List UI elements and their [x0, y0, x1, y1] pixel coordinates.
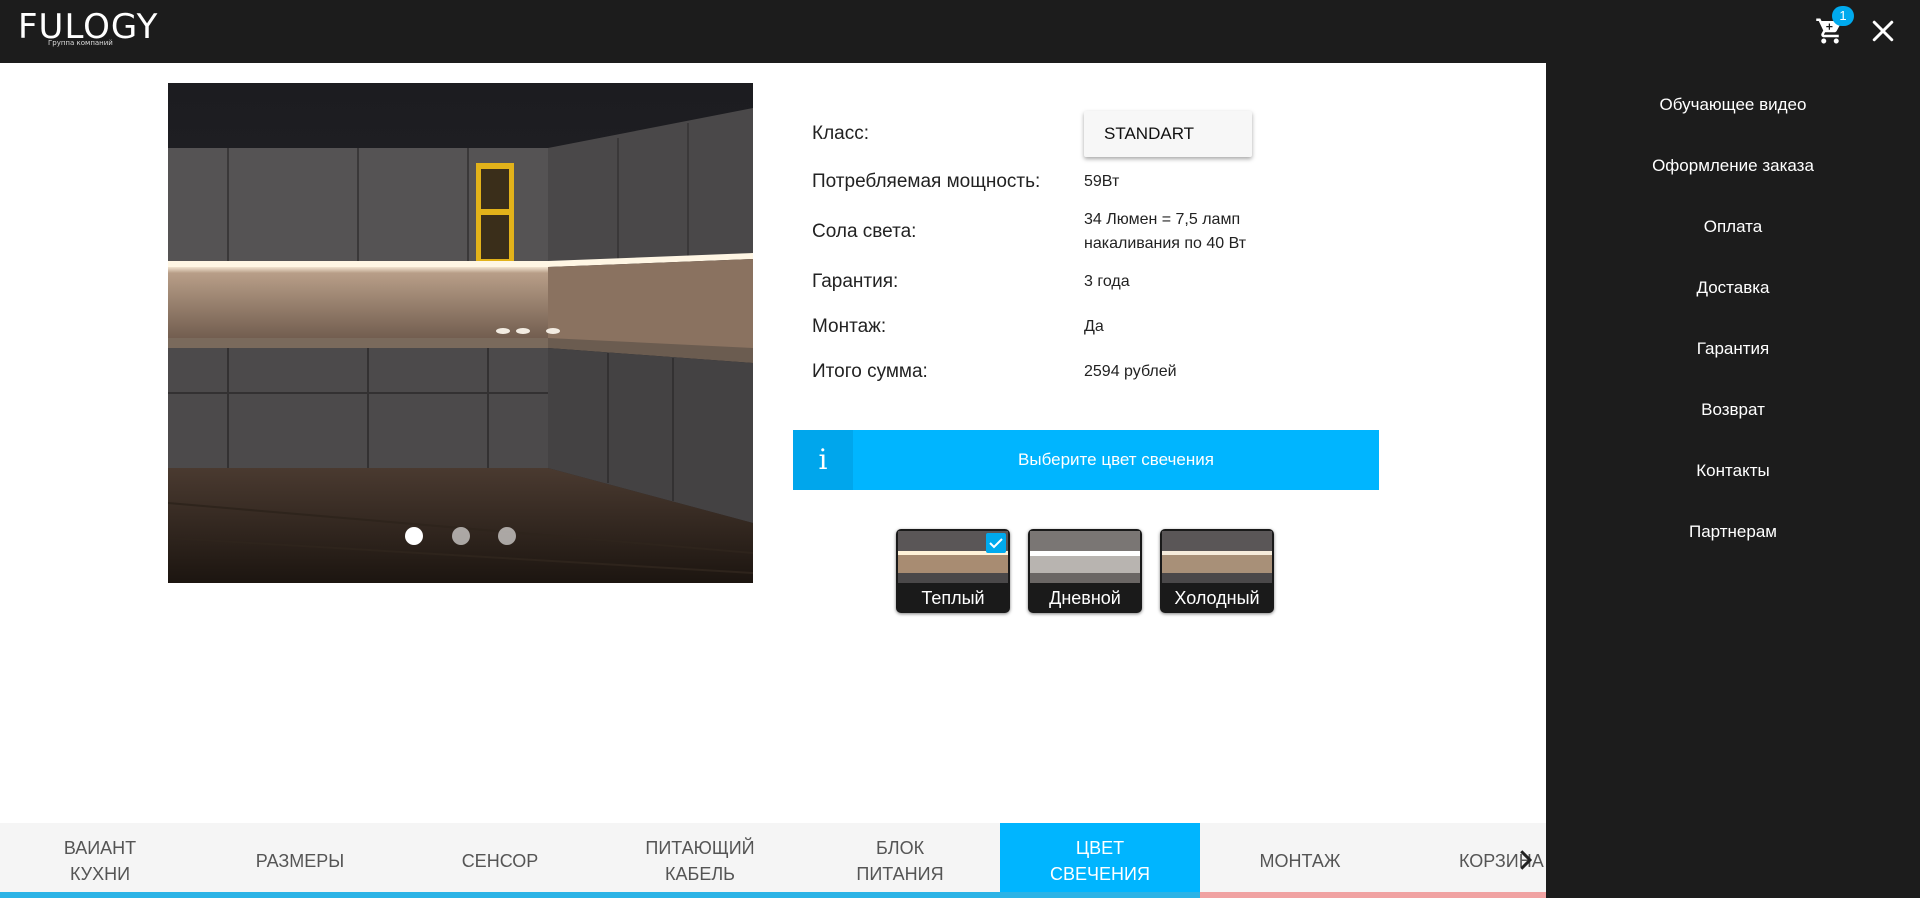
- menu-item-order[interactable]: Оформление заказа: [1546, 135, 1920, 196]
- tab-glow-color[interactable]: ЦВЕТ СВЕЧЕНИЯ: [1000, 823, 1200, 898]
- slider-dot-3[interactable]: [497, 527, 516, 545]
- spec-row-light: Сола света: 34 Люмен = 7,5 ламп накалива…: [812, 204, 1312, 260]
- menu-item-delivery[interactable]: Доставка: [1546, 257, 1920, 318]
- menu-item-contacts[interactable]: Контакты: [1546, 440, 1920, 501]
- side-menu: Обучающее видео Оформление заказа Оплата…: [1546, 63, 1920, 898]
- tabs-next-button[interactable]: [1510, 845, 1540, 875]
- spec-label: Монтаж:: [812, 316, 887, 337]
- tab-sizes[interactable]: РАЗМЕРЫ: [200, 823, 400, 898]
- info-text: Выберите цвет свечения: [1018, 450, 1214, 469]
- close-icon: [1872, 20, 1894, 42]
- daylight-thumbnail: [1030, 531, 1140, 583]
- main-content: Класс: STANDART Потребляемая мощность: 5…: [0, 63, 1546, 823]
- selected-check-icon: [986, 533, 1006, 553]
- menu-item-payment[interactable]: Оплата: [1546, 196, 1920, 257]
- slider-dot-2[interactable]: [451, 527, 470, 545]
- progress-completed: [0, 892, 1200, 898]
- close-button[interactable]: [1868, 16, 1898, 46]
- spec-row-warranty: Гарантия: 3 года: [812, 264, 1312, 300]
- spec-label: Итого сумма:: [812, 361, 928, 382]
- slider-dots: [168, 527, 753, 550]
- cart-count-badge: 1: [1832, 6, 1854, 26]
- spec-value: 34 Люмен = 7,5 ламп накаливания по 40 Вт: [1084, 211, 1247, 252]
- tab-mounting[interactable]: МОНТАЖ: [1200, 823, 1400, 898]
- spec-label: Потребляемая мощность:: [812, 171, 1041, 192]
- menu-item-warranty[interactable]: Гарантия: [1546, 318, 1920, 379]
- spec-value: Да: [1084, 318, 1104, 335]
- top-header: FULOGY Группа компаний 1: [0, 0, 1920, 63]
- color-label: Дневной: [1049, 588, 1121, 608]
- class-select-button[interactable]: STANDART: [1084, 111, 1252, 157]
- chevron-right-icon: [1520, 850, 1533, 870]
- cold-light-thumbnail: [1162, 531, 1272, 583]
- menu-item-return[interactable]: Возврат: [1546, 379, 1920, 440]
- color-option-daylight[interactable]: Дневной: [1028, 529, 1142, 613]
- spec-row-mounting: Монтаж: Да: [812, 309, 1312, 345]
- side-menu-list: Обучающее видео Оформление заказа Оплата…: [1546, 63, 1920, 562]
- spec-row-class: Класс: STANDART: [812, 111, 1312, 157]
- progress-remaining: [1200, 892, 1546, 898]
- menu-item-partners[interactable]: Партнерам: [1546, 501, 1920, 562]
- spec-label: Сола света:: [812, 221, 917, 242]
- spec-value: 59Вт: [1084, 173, 1120, 190]
- tab-kitchen-variant[interactable]: ВАИАНТ КУХНИ: [0, 823, 200, 898]
- menu-item-training-video[interactable]: Обучающее видео: [1546, 74, 1920, 135]
- product-specs: Класс: STANDART Потребляемая мощность: 5…: [812, 111, 1312, 390]
- tab-power-cable[interactable]: ПИТАЮЩИЙ КАБЕЛЬ: [600, 823, 800, 898]
- kitchen-photo: [168, 83, 753, 583]
- cart-button[interactable]: 1: [1815, 6, 1854, 46]
- slider-dot-1[interactable]: [405, 527, 424, 545]
- color-option-cold[interactable]: Холодный: [1160, 529, 1274, 613]
- step-tabs: ВАИАНТ КУХНИ РАЗМЕРЫ СЕНСОР ПИТАЮЩИЙ КАБ…: [0, 823, 1546, 898]
- color-option-warm[interactable]: Теплый: [896, 529, 1010, 613]
- color-label: Теплый: [921, 588, 985, 608]
- kitchen-image-slider[interactable]: [168, 83, 753, 583]
- logo-subtitle: Группа компаний: [48, 39, 113, 47]
- spec-row-power: Потребляемая мощность: 59Вт: [812, 164, 1312, 200]
- spec-label: Класс:: [812, 123, 869, 144]
- tab-sensor[interactable]: СЕНСОР: [400, 823, 600, 898]
- spec-label: Гарантия:: [812, 271, 899, 292]
- spec-value: 3 года: [1084, 273, 1130, 290]
- logo[interactable]: FULOGY Группа компаний: [18, 10, 158, 47]
- tab-power-unit[interactable]: БЛОК ПИТАНИЯ: [800, 823, 1000, 898]
- spec-row-total: Итого сумма: 2594 рублей: [812, 354, 1312, 390]
- spec-value: 2594 рублей: [1084, 363, 1177, 380]
- info-bar: i Выберите цвет свечения: [793, 430, 1379, 490]
- info-icon: i: [793, 430, 853, 490]
- color-label: Холодный: [1174, 588, 1260, 608]
